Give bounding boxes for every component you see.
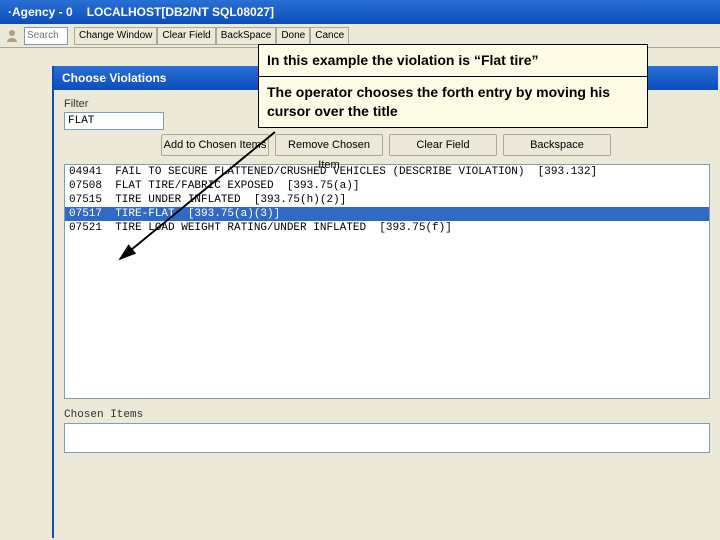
- dialog-button-row: Add to Chosen Items Remove Chosen Item C…: [64, 134, 708, 156]
- search-input[interactable]: [24, 27, 68, 45]
- list-item[interactable]: 07517 TIRE-FLAT [393.75(a)(3)]: [65, 207, 709, 221]
- violations-listbox[interactable]: 04941 FAIL TO SECURE FLATTENED/CRUSHED V…: [64, 164, 710, 399]
- clear-field-dialog-button[interactable]: Clear Field: [389, 134, 497, 156]
- list-item[interactable]: 07521 TIRE LOAD WEIGHT RATING/UNDER INFL…: [65, 221, 709, 235]
- done-button[interactable]: Done: [276, 27, 310, 45]
- filter-input[interactable]: [64, 112, 164, 130]
- remove-chosen-button[interactable]: Remove Chosen Item: [275, 134, 383, 156]
- cancel-button[interactable]: Cance: [310, 27, 349, 45]
- chosen-items-listbox[interactable]: [64, 423, 710, 453]
- annotation-callout: In this example the violation is “Flat t…: [258, 44, 648, 128]
- backspace-dialog-button[interactable]: Backspace: [503, 134, 611, 156]
- add-to-chosen-button[interactable]: Add to Chosen Items: [161, 134, 269, 156]
- title-segment-host: LOCALHOST[DB2/NT SQL08027]: [87, 5, 274, 19]
- choose-violations-dialog: Choose Violations Filter Add to Chosen I…: [52, 66, 718, 538]
- callout-line-2: The operator chooses the forth entry by …: [267, 83, 639, 121]
- change-window-button[interactable]: Change Window: [74, 27, 157, 45]
- list-item[interactable]: 07515 TIRE UNDER INFLATED [393.75(h)(2)]: [65, 193, 709, 207]
- callout-divider: [259, 76, 647, 77]
- dialog-title-text: Choose Violations: [62, 71, 166, 85]
- chosen-items-label: Chosen Items: [64, 409, 708, 421]
- list-item[interactable]: 04941 FAIL TO SECURE FLATTENED/CRUSHED V…: [65, 165, 709, 179]
- title-segment-agency: ·Agency - 0: [8, 5, 73, 19]
- backspace-button[interactable]: BackSpace: [216, 27, 277, 45]
- callout-line-1: In this example the violation is “Flat t…: [267, 51, 639, 70]
- user-icon: [4, 28, 20, 44]
- list-item[interactable]: 07508 FLAT TIRE/FABRIC EXPOSED [393.75(a…: [65, 179, 709, 193]
- app-titlebar: ·Agency - 0 LOCALHOST[DB2/NT SQL08027]: [0, 0, 720, 24]
- clear-field-button[interactable]: Clear Field: [157, 27, 215, 45]
